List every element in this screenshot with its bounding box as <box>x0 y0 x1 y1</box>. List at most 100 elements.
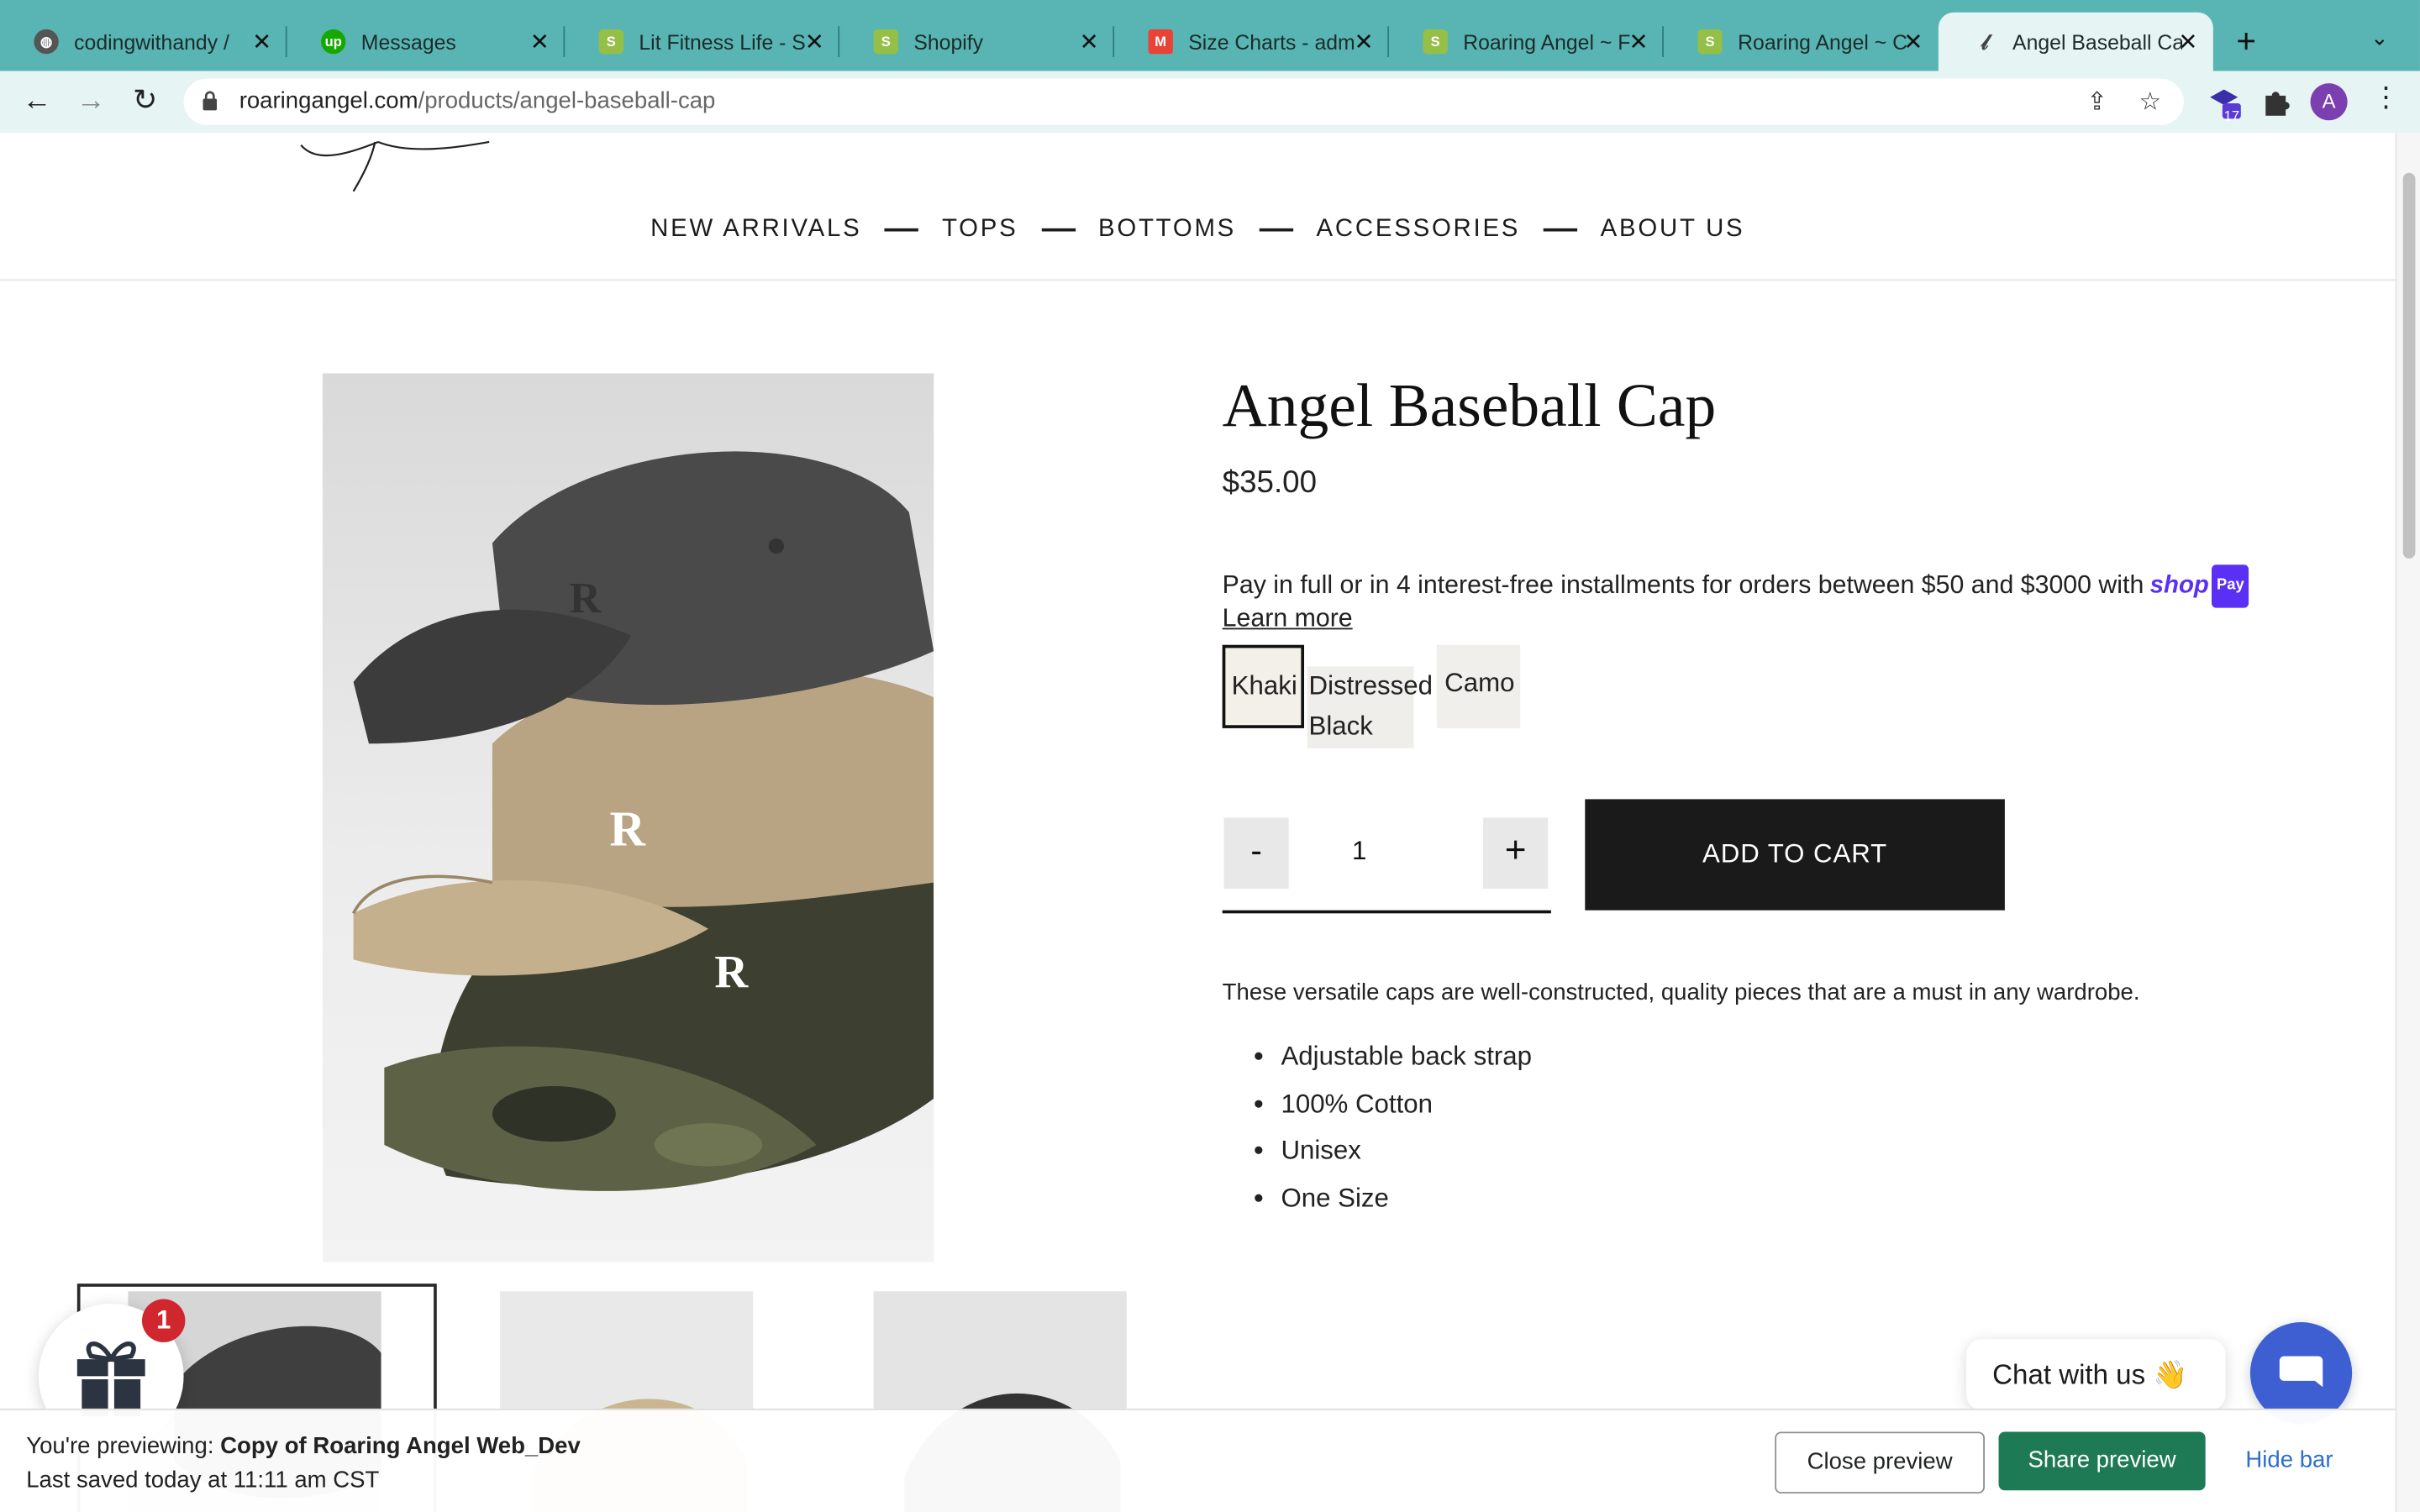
new-tab-icon[interactable]: + <box>2236 22 2256 62</box>
tab-title: Shopify <box>913 29 984 54</box>
tab-roaring-angel-2[interactable]: S Roaring Angel ~ C ✕ <box>1664 13 1939 71</box>
main-navigation: NEW ARRIVALS TOPS BOTTOMS ACCESSORIES AB… <box>0 216 2396 244</box>
page-scrollbar[interactable] <box>2395 132 2420 1512</box>
quantity-input[interactable]: 1 <box>1352 836 1366 867</box>
tab-size-charts[interactable]: M Size Charts - adm ✕ <box>1114 13 1390 71</box>
url-domain: roaringangel.com <box>239 87 418 114</box>
tab-title: Roaring Angel ~ C <box>1738 29 1908 54</box>
tab-angel-baseball-cap[interactable]: 𝓁 Angel Baseball Ca ✕ <box>1938 12 2213 71</box>
scrollbar-thumb[interactable] <box>2402 172 2416 559</box>
nav-divider <box>1259 228 1294 232</box>
tab-messages[interactable]: up Messages ✕ <box>287 13 566 71</box>
hide-bar-link[interactable]: Hide bar <box>2245 1447 2333 1473</box>
share-preview-button[interactable]: Share preview <box>1998 1431 2206 1491</box>
back-icon[interactable]: ← <box>17 81 57 122</box>
close-tab-icon[interactable]: ✕ <box>1903 28 1923 55</box>
nav-divider <box>1543 228 1578 232</box>
feature-item: Unisex <box>1281 1128 1532 1175</box>
close-tab-icon[interactable]: ✕ <box>252 28 271 55</box>
theme-preview-bar: You're previewing: Copy of Roaring Angel… <box>0 1408 2396 1512</box>
chat-prompt-bubble[interactable]: Chat with us 👋 <box>1965 1339 2226 1410</box>
nav-tops[interactable]: TOPS <box>942 216 1018 244</box>
puzzle-icon[interactable] <box>2260 85 2293 118</box>
profile-avatar[interactable]: A <box>2310 83 2348 121</box>
bookmark-star-icon[interactable]: ☆ <box>2139 87 2161 118</box>
preview-prefix: You're previewing: <box>26 1433 221 1460</box>
tab-title: Size Charts - adm <box>1188 29 1355 54</box>
reload-icon[interactable]: ↻ <box>125 81 166 122</box>
tab-strip: ◍ codingwithandy / ✕ up Messages ✕ S Lit… <box>0 0 2420 71</box>
nav-divider <box>885 228 919 232</box>
shopify-icon: S <box>1423 29 1448 55</box>
store-page: NEW ARRIVALS TOPS BOTTOMS ACCESSORIES AB… <box>0 132 2396 1512</box>
tab-search-chevron-icon[interactable]: ⌄ <box>2370 24 2389 50</box>
close-preview-button[interactable]: Close preview <box>1775 1431 1985 1494</box>
nav-about-us[interactable]: ABOUT US <box>1601 216 1745 244</box>
tab-title: Lit Fitness Life - S <box>639 29 806 54</box>
product-main-image[interactable]: R R R <box>322 373 934 1263</box>
store-logo[interactable] <box>286 133 502 197</box>
product-title: Angel Baseball Cap <box>1222 370 1717 440</box>
preview-status: You're previewing: Copy of Roaring Angel… <box>26 1433 581 1459</box>
nav-new-arrivals[interactable]: NEW ARRIVALS <box>650 216 861 244</box>
quantity-decrease-button[interactable]: - <box>1223 817 1289 889</box>
cap-stack-illustration: R R R <box>351 451 934 1191</box>
kebab-menu-icon[interactable]: ⋮ <box>2372 81 2400 114</box>
installments-text: Pay in full or in 4 interest-free instal… <box>1222 571 2144 600</box>
close-tab-icon[interactable]: ✕ <box>1080 28 1099 55</box>
browser-toolbar: ← → ↻ roaringangel.com/products/angel-ba… <box>0 71 2420 134</box>
variant-label: Khaki <box>1231 670 1297 701</box>
feature-item: 100% Cotton <box>1281 1081 1532 1128</box>
tab-shopify[interactable]: S Shopify ✕ <box>839 13 1115 71</box>
address-bar[interactable]: roaringangel.com/products/angel-baseball… <box>183 78 2184 125</box>
tab-title: Roaring Angel ~ F <box>1463 29 1631 54</box>
feature-list: Adjustable back strap 100% Cotton Unisex… <box>1253 1034 1532 1222</box>
variant-label: Distressed Black <box>1308 670 1434 741</box>
variant-distressed-black[interactable]: Distressed Black <box>1307 666 1433 748</box>
svg-text:R: R <box>609 802 645 857</box>
add-to-cart-button[interactable]: ADD TO CART <box>1585 799 2005 911</box>
svg-text:R: R <box>714 946 749 997</box>
learn-more-link[interactable]: Learn more <box>1223 605 1353 634</box>
close-tab-icon[interactable]: ✕ <box>530 28 550 55</box>
feature-item: One Size <box>1281 1175 1532 1222</box>
url-path: /products/angel-baseball-cap <box>418 87 716 114</box>
globe-icon: ◍ <box>34 29 59 55</box>
installments-message: Pay in full or in 4 interest-free instal… <box>1222 564 2333 608</box>
feather-icon: 𝓁 <box>1981 28 1989 54</box>
svg-text:R: R <box>570 575 602 622</box>
nav-accessories[interactable]: ACCESSORIES <box>1317 216 1521 244</box>
quantity-increase-button[interactable]: + <box>1483 817 1549 889</box>
gmail-icon: M <box>1148 29 1173 55</box>
shop-pay-pill: Pay <box>2212 564 2249 608</box>
shopify-icon: S <box>873 29 898 55</box>
shopify-icon: S <box>598 29 624 55</box>
header-divider <box>0 279 2396 281</box>
shop-pay-logo: shop Pay <box>2149 564 2249 608</box>
nav-bottoms[interactable]: BOTTOMS <box>1098 216 1236 244</box>
tab-codingwithandy[interactable]: ◍ codingwithandy / ✕ <box>0 13 287 71</box>
variant-khaki[interactable]: Khaki <box>1222 644 1305 728</box>
shop-pay-word: shop <box>2149 572 2209 599</box>
tab-title: Angel Baseball Ca <box>2012 29 2183 54</box>
quantity-stepper: - 1 + <box>1222 799 1551 914</box>
product-price: $35.00 <box>1222 465 1318 501</box>
product-description: These versatile caps are well-constructe… <box>1222 979 2140 1006</box>
close-tab-icon[interactable]: ✕ <box>2178 28 2197 55</box>
forward-icon[interactable]: → <box>71 81 111 122</box>
tab-title: Messages <box>360 29 456 54</box>
variant-camo[interactable]: Camo <box>1436 644 1521 728</box>
rewards-count-badge: 1 <box>141 1299 186 1342</box>
tab-lit-fitness[interactable]: S Lit Fitness Life - S ✕ <box>565 13 840 71</box>
share-icon[interactable]: ⇪ <box>2086 87 2107 118</box>
tab-roaring-angel-1[interactable]: S Roaring Angel ~ F ✕ <box>1389 13 1664 71</box>
upwork-icon: up <box>321 29 346 55</box>
tab-title: codingwithandy / <box>74 29 229 54</box>
lock-icon <box>203 91 218 111</box>
feature-item: Adjustable back strap <box>1281 1034 1532 1081</box>
close-tab-icon[interactable]: ✕ <box>1628 28 1648 55</box>
close-tab-icon[interactable]: ✕ <box>1355 28 1374 55</box>
close-tab-icon[interactable]: ✕ <box>805 28 824 55</box>
preview-theme-name: Copy of Roaring Angel Web_Dev <box>220 1433 581 1460</box>
variant-label: Camo <box>1444 668 1515 698</box>
